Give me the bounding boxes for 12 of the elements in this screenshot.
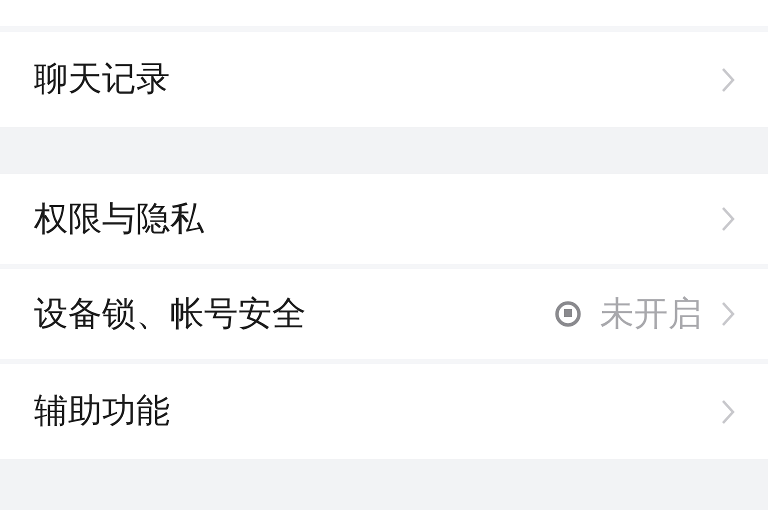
list-row[interactable]: 聊天记录 — [0, 32, 768, 127]
chevron-right-icon — [720, 398, 736, 426]
row-label: 设备锁、帐号安全 — [34, 292, 307, 336]
chevron-right-icon — [720, 66, 736, 94]
row-label: 聊天记录 — [34, 58, 171, 101]
status-text: 未开启 — [600, 292, 702, 336]
status-icon — [554, 300, 582, 328]
row-label: 权限与隐私 — [34, 198, 205, 240]
list-row[interactable]: 辅助功能 — [0, 364, 768, 459]
row-label: 辅助功能 — [34, 390, 171, 433]
chevron-right-icon — [720, 205, 736, 233]
chevron-right-icon — [720, 300, 736, 328]
